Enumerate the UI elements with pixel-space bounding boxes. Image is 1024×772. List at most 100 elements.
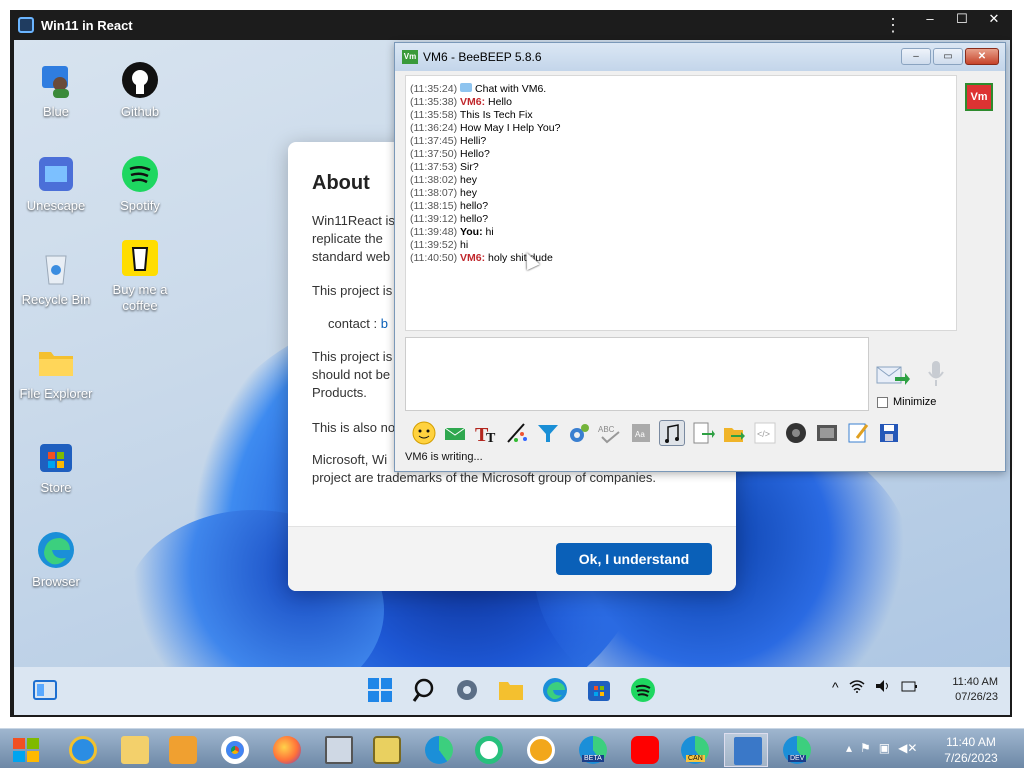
desktop-icon-unescape[interactable]: Unescape xyxy=(14,154,98,214)
settings-gear-icon[interactable] xyxy=(566,420,592,446)
beebeep-taskbar-icon[interactable] xyxy=(364,733,408,767)
contact-link[interactable]: b xyxy=(381,316,388,331)
html-code-icon[interactable]: </> xyxy=(752,420,778,446)
win7-system-tray[interactable]: ▴ ⚑ ▣ ◀✕ xyxy=(846,741,917,755)
close-button[interactable]: ✕ xyxy=(978,10,1010,30)
show-hidden-icons-icon[interactable]: ▴ xyxy=(846,741,852,755)
emoticon-icon[interactable] xyxy=(411,420,437,446)
network-icon[interactable]: ▣ xyxy=(879,741,890,755)
filter-icon[interactable] xyxy=(535,420,561,446)
message-icon[interactable] xyxy=(442,420,468,446)
volume-muted-icon[interactable]: ◀✕ xyxy=(898,741,917,755)
beebeep-maximize-button[interactable]: ▭ xyxy=(933,48,963,65)
chat-toolbar: TT ABC Aa </> xyxy=(405,417,999,449)
desktop-icon-file-explorer[interactable]: File Explorer xyxy=(14,342,98,402)
desktop-icon-label: File Explorer xyxy=(19,386,93,401)
edge-taskbar-icon[interactable] xyxy=(416,733,460,767)
media-player-icon[interactable] xyxy=(160,733,204,767)
message-sender: VM6: xyxy=(460,252,486,264)
desktop-icon-github[interactable]: Github xyxy=(98,60,182,120)
beebeep-titlebar[interactable]: Vm VM6 - BeeBEEP 5.8.6 – ▭ ✕ xyxy=(395,43,1005,71)
volume-icon[interactable] xyxy=(875,679,891,696)
message-timestamp: (11:38:07) xyxy=(410,187,458,199)
message-timestamp: (11:39:48) xyxy=(410,226,458,238)
chat-message: (11:38:15) hello? xyxy=(410,200,952,213)
firefox-icon[interactable] xyxy=(264,733,308,767)
outer-top-bar xyxy=(0,0,1024,10)
more-menu-icon[interactable]: ⋮ xyxy=(884,15,902,36)
win7-taskbar: BETA CAN DEV ▴ ⚑ ▣ ◀✕ 11:40 AM 7/26/2023 xyxy=(0,728,1024,768)
opera-icon[interactable] xyxy=(466,733,510,767)
wifi-icon[interactable] xyxy=(849,679,865,696)
folder-icon[interactable] xyxy=(112,733,156,767)
screenshot-icon[interactable] xyxy=(814,420,840,446)
svg-text:Aa: Aa xyxy=(635,430,645,439)
dictionary-icon[interactable]: Aa xyxy=(628,420,654,446)
svg-text:T: T xyxy=(486,431,496,446)
start-icon[interactable] xyxy=(367,677,393,703)
active-window-icon[interactable] xyxy=(724,733,768,767)
font-icon[interactable]: TT xyxy=(473,420,499,446)
desktop-icon-browser[interactable]: Browser xyxy=(14,530,98,590)
send-message-icon[interactable] xyxy=(875,361,911,389)
save-chat-icon[interactable] xyxy=(876,420,902,446)
note-icon[interactable] xyxy=(659,420,685,446)
security-icon[interactable] xyxy=(518,733,562,767)
widgets-icon[interactable] xyxy=(32,677,58,703)
desktop-icon-blue[interactable]: Blue xyxy=(14,60,98,120)
desktop-icon-buy-me-a-coffee[interactable]: Buy me a coffee xyxy=(98,238,182,314)
chat-message: (11:37:45) Helli? xyxy=(410,135,952,148)
internet-explorer-icon[interactable] xyxy=(60,733,104,767)
chat-log[interactable]: (11:35:24) Chat with VM6. (11:35:38) VM6:… xyxy=(405,75,957,331)
youtube-icon[interactable] xyxy=(622,733,666,767)
maximize-button[interactable]: ☐ xyxy=(946,10,978,30)
message-timestamp: (11:37:53) xyxy=(410,161,458,173)
minimize-button[interactable]: – xyxy=(914,10,946,30)
minimize-checkbox[interactable]: Minimize xyxy=(877,396,936,408)
windows-start-icon[interactable] xyxy=(4,733,48,767)
message-text: Hello xyxy=(488,96,512,108)
app-titlebar[interactable]: Win11 in React ⋮ – ☐ ✕ xyxy=(10,10,1012,40)
microphone-icon[interactable] xyxy=(925,359,947,389)
message-text: How May I Help You? xyxy=(460,122,561,134)
ok-understand-button[interactable]: Ok, I understand xyxy=(556,543,712,575)
desktop-icon-recycle-bin[interactable]: Recycle Bin xyxy=(14,248,98,308)
checkbox-box[interactable] xyxy=(877,396,888,408)
win11-system-tray[interactable]: ^ xyxy=(832,679,917,696)
edge-canary-icon[interactable]: CAN xyxy=(672,733,716,767)
color-picker-icon[interactable] xyxy=(504,420,530,446)
message-text: hey xyxy=(460,174,477,186)
message-input[interactable] xyxy=(405,337,869,411)
settings-icon[interactable] xyxy=(454,677,480,703)
edit-notes-icon[interactable] xyxy=(845,420,871,446)
chrome-icon[interactable] xyxy=(212,733,256,767)
flag-icon[interactable]: ⚑ xyxy=(860,741,871,755)
export-icon[interactable] xyxy=(690,420,716,446)
remote-desktop-icon[interactable] xyxy=(316,733,360,767)
store-icon[interactable] xyxy=(586,677,612,703)
win7-clock[interactable]: 11:40 AM 7/26/2023 xyxy=(936,734,1006,766)
vm-avatar[interactable]: Vm xyxy=(965,83,993,111)
edge-icon[interactable] xyxy=(542,677,568,703)
about-title: About xyxy=(312,172,370,194)
chevron-up-icon[interactable]: ^ xyxy=(832,679,839,696)
camera-icon[interactable] xyxy=(783,420,809,446)
spotify-icon[interactable] xyxy=(630,677,656,703)
send-file-icon[interactable] xyxy=(721,420,747,446)
desktop-icon-label: Recycle Bin xyxy=(21,292,91,307)
chat-message: (11:37:50) Hello? xyxy=(410,148,952,161)
edge-dev-icon[interactable]: DEV xyxy=(774,733,818,767)
beebeep-close-button[interactable]: ✕ xyxy=(965,48,999,65)
desktop-icon-store[interactable]: Store xyxy=(14,436,98,496)
beebeep-minimize-button[interactable]: – xyxy=(901,48,931,65)
file-explorer-icon[interactable] xyxy=(498,677,524,703)
edge-beta-icon[interactable]: BETA xyxy=(570,733,614,767)
minimize-label: Minimize xyxy=(893,396,937,408)
desktop-icon-spotify[interactable]: Spotify xyxy=(98,154,182,214)
battery-icon[interactable] xyxy=(901,679,917,696)
search-icon[interactable] xyxy=(411,677,437,703)
chat-message: (11:36:24) How May I Help You? xyxy=(410,122,952,135)
desktop-icon-label: Store xyxy=(40,480,72,495)
win11-clock[interactable]: 11:40 AM 07/26/23 xyxy=(938,675,998,705)
spellcheck-icon[interactable]: ABC xyxy=(597,420,623,446)
